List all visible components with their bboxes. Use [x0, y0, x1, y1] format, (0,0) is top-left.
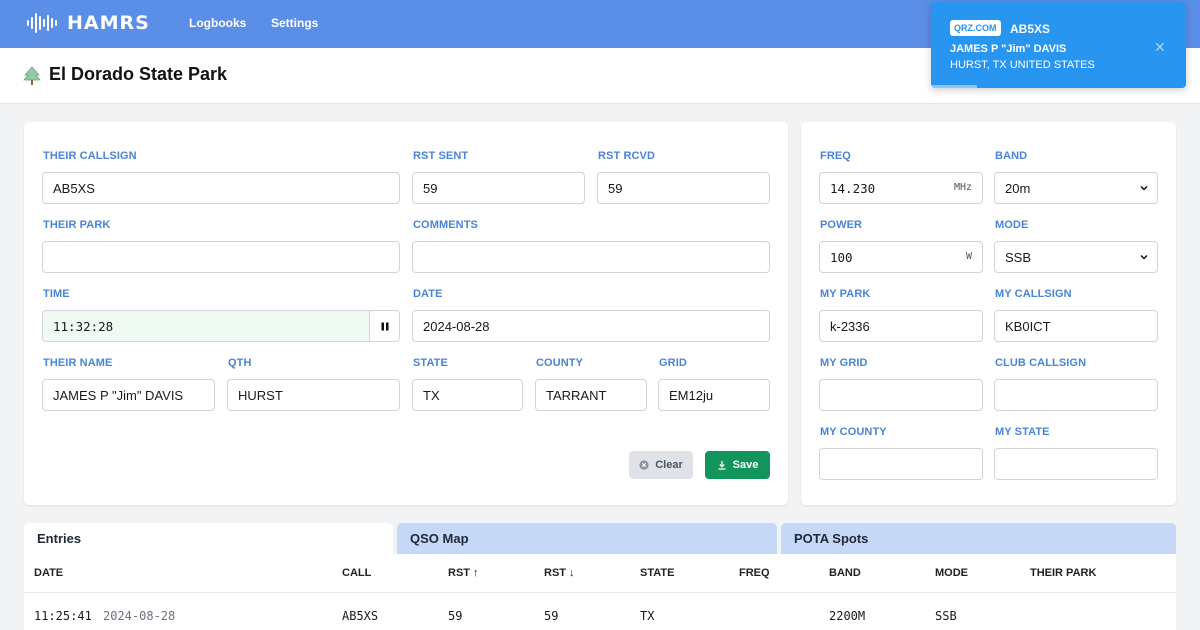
band-value: 20m [1005, 180, 1031, 196]
toast-location: HURST, TX UNITED STATES [950, 59, 1095, 71]
column-header-call[interactable]: CALL [342, 567, 371, 579]
cell-time: 11:25:41 [34, 609, 92, 623]
my-state-label: MY STATE [995, 426, 1050, 438]
close-icon[interactable]: ✕ [1154, 39, 1166, 56]
app-logo[interactable]: HAMRS [26, 12, 150, 34]
save-button[interactable]: Save [705, 451, 770, 479]
qth-input[interactable]: HURST [227, 379, 400, 411]
waveform-logo-icon [27, 13, 57, 33]
their-name-label: THEIR NAME [43, 357, 113, 369]
rst-rcvd-label: RST RCVD [598, 150, 656, 162]
freq-label: FREQ [820, 150, 851, 162]
my-callsign-input[interactable]: KB0ICT [994, 310, 1158, 342]
mode-select[interactable]: SSB [994, 241, 1158, 273]
chevron-down-icon [1140, 254, 1148, 260]
comments-label: COMMENTS [413, 219, 478, 231]
state-input[interactable]: TX [412, 379, 523, 411]
comments-input[interactable] [412, 241, 770, 273]
qrz-lookup-toast: QRZ.COM AB5XS JAMES P "Jim" DAVIS HURST,… [931, 2, 1186, 88]
pause-icon [381, 322, 388, 330]
column-header-rst-rcvd[interactable]: RST ↓ [544, 567, 575, 579]
my-county-input[interactable] [819, 448, 983, 480]
their-name-input[interactable]: JAMES P "Jim" DAVIS [42, 379, 215, 411]
pause-time-button[interactable] [370, 310, 400, 342]
grid-input[interactable]: EM12ju [658, 379, 770, 411]
cell-band: 2200M [829, 609, 866, 623]
column-header-date[interactable]: DATE [34, 567, 63, 579]
entries-table: DATE CALL RST ↑ RST ↓ STATE FREQ BAND MO… [24, 554, 1176, 630]
column-header-state[interactable]: STATE [640, 567, 674, 579]
power-label: POWER [820, 219, 863, 231]
freq-unit: MHz [953, 182, 972, 193]
my-callsign-label: MY CALLSIGN [995, 288, 1072, 300]
rst-sent-input[interactable]: 59 [412, 172, 585, 204]
cell-call: AB5XS [342, 609, 379, 623]
date-input[interactable]: 2024-08-28 [412, 310, 770, 342]
toast-callsign: AB5XS [1010, 22, 1051, 36]
tab-entries[interactable]: Entries [24, 523, 393, 554]
tab-pota-spots[interactable]: POTA Spots [781, 523, 1176, 554]
cell-rst-sent: 59 [448, 609, 463, 623]
their-park-input[interactable] [42, 241, 400, 273]
county-label: COUNTY [536, 357, 584, 369]
cell-date: 2024-08-28 [103, 609, 176, 623]
nav-link-settings[interactable]: Settings [271, 16, 318, 30]
toast-operator-name: JAMES P "Jim" DAVIS [950, 43, 1067, 55]
toast-progress-bar [931, 85, 977, 88]
tab-qso-map[interactable]: QSO Map [397, 523, 777, 554]
time-label: TIME [43, 288, 70, 300]
column-header-band[interactable]: BAND [829, 567, 861, 579]
chevron-down-icon [1140, 185, 1148, 191]
qrz-badge: QRZ.COM [950, 20, 1001, 36]
my-state-input[interactable] [994, 448, 1158, 480]
station-form-card: FREQ 14.230 MHz BAND 20m POWER 100 W MOD… [801, 122, 1176, 505]
mode-value: SSB [1005, 249, 1032, 265]
club-callsign-input[interactable] [994, 379, 1158, 411]
club-callsign-label: CLUB CALLSIGN [995, 357, 1087, 369]
download-icon [718, 461, 726, 470]
qth-label: QTH [228, 357, 252, 369]
their-callsign-label: THEIR CALLSIGN [43, 150, 137, 162]
their-park-label: THEIR PARK [43, 219, 111, 231]
column-header-their-park[interactable]: THEIR PARK [1030, 567, 1096, 579]
state-label: STATE [413, 357, 448, 369]
grid-label: GRID [659, 357, 687, 369]
tree-icon [23, 66, 41, 85]
county-input[interactable]: TARRANT [535, 379, 647, 411]
column-header-freq[interactable]: FREQ [739, 567, 770, 579]
my-grid-label: MY GRID [820, 357, 868, 369]
band-select[interactable]: 20m [994, 172, 1158, 204]
clear-button-label: Clear [655, 459, 683, 471]
clear-x-icon [639, 460, 649, 470]
power-value: 100 [830, 249, 853, 265]
mode-label: MODE [995, 219, 1029, 231]
clear-button[interactable]: Clear [629, 451, 693, 479]
contact-form-card: THEIR CALLSIGN AB5XS RST SENT 59 RST RCV… [24, 122, 788, 505]
freq-input[interactable]: 14.230 MHz [819, 172, 983, 204]
their-callsign-input[interactable]: AB5XS [42, 172, 400, 204]
freq-value: 14.230 [830, 180, 876, 196]
rst-sent-label: RST SENT [413, 150, 469, 162]
cell-state: TX [640, 609, 655, 623]
my-grid-input[interactable] [819, 379, 983, 411]
app-name: HAMRS [67, 12, 150, 34]
save-button-label: Save [732, 459, 759, 471]
my-county-label: MY COUNTY [820, 426, 887, 438]
power-unit: W [965, 251, 972, 262]
power-input[interactable]: 100 W [819, 241, 983, 273]
cell-rst-rcvd: 59 [544, 609, 559, 623]
nav-link-logbooks[interactable]: Logbooks [189, 16, 246, 30]
column-header-mode[interactable]: MODE [935, 567, 968, 579]
band-label: BAND [995, 150, 1028, 162]
time-input[interactable]: 11:32:28 [42, 310, 370, 342]
table-divider [24, 592, 1176, 593]
page-title: El Dorado State Park [49, 64, 228, 84]
my-park-label: MY PARK [820, 288, 871, 300]
rst-rcvd-input[interactable]: 59 [597, 172, 770, 204]
cell-mode: SSB [935, 609, 957, 623]
my-park-input[interactable]: k-2336 [819, 310, 983, 342]
column-header-rst-sent[interactable]: RST ↑ [448, 567, 479, 579]
date-label: DATE [413, 288, 443, 300]
